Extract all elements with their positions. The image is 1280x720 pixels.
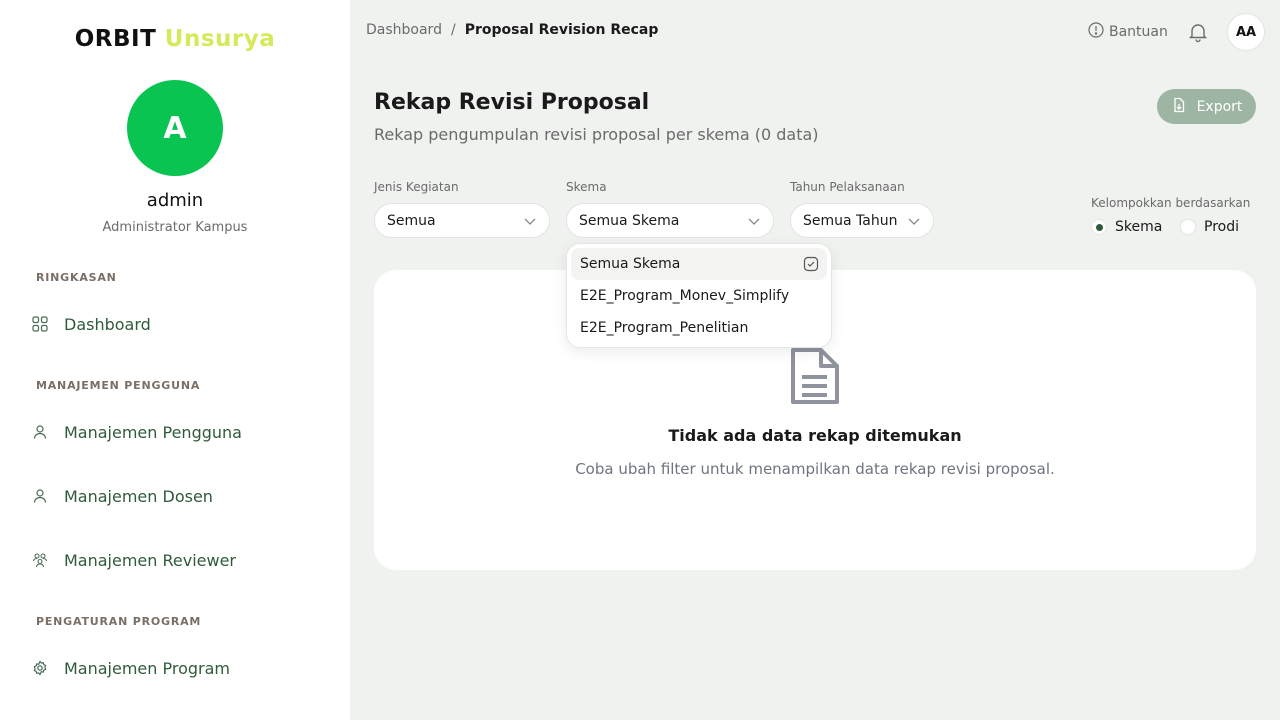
option-label: E2E_Program_Penelitian bbox=[580, 320, 749, 336]
export-icon bbox=[1171, 97, 1187, 117]
select-value: Semua Tahun bbox=[803, 212, 898, 229]
export-button[interactable]: Export bbox=[1157, 89, 1256, 124]
page-subtitle: Rekap pengumpulan revisi proposal per sk… bbox=[374, 125, 819, 144]
dropdown-option-semua-skema[interactable]: Semua Skema bbox=[571, 248, 827, 280]
user-avatar: A bbox=[127, 80, 223, 176]
page-title: Rekap Revisi Proposal bbox=[374, 90, 650, 115]
sidebar-item-label: Manajemen Reviewer bbox=[64, 550, 237, 570]
sidebar-item-label: Manajemen Pengguna bbox=[64, 422, 242, 442]
chevron-down-icon bbox=[907, 214, 921, 228]
chevron-down-icon bbox=[523, 214, 537, 228]
select-value: Semua Skema bbox=[579, 212, 680, 229]
group-by-label: Kelompokkan berdasarkan bbox=[1091, 196, 1251, 210]
chevron-down-icon bbox=[747, 214, 761, 228]
sidebar: ORBIT Unsurya A admin Administrator Kamp… bbox=[0, 0, 350, 720]
empty-state-subtitle: Coba ubah filter untuk menampilkan data … bbox=[575, 460, 1055, 478]
section-label-ringkasan: RINGKASAN bbox=[36, 271, 117, 284]
bell-icon[interactable] bbox=[1187, 21, 1209, 43]
filter-label-tahun: Tahun Pelaksanaan bbox=[790, 180, 905, 194]
sidebar-item-manajemen-reviewer[interactable]: Manajemen Reviewer bbox=[30, 546, 236, 574]
radio-label: Prodi bbox=[1204, 219, 1239, 235]
sidebar-item-manajemen-program[interactable]: Manajemen Program bbox=[30, 654, 230, 682]
empty-state-title: Tidak ada data rekap ditemukan bbox=[668, 426, 962, 445]
sidebar-item-label: Dashboard bbox=[64, 314, 151, 334]
user-name: admin bbox=[146, 190, 204, 211]
sidebar-item-manajemen-dosen[interactable]: Manajemen Dosen bbox=[30, 482, 213, 510]
breadcrumb-separator: / bbox=[450, 22, 456, 38]
check-icon bbox=[803, 256, 819, 272]
group-radio-skema[interactable]: Skema bbox=[1091, 219, 1162, 235]
skema-select[interactable]: Semua Skema bbox=[566, 203, 774, 238]
brand-logo[interactable]: ORBIT Unsurya bbox=[0, 26, 350, 52]
tahun-select[interactable]: Semua Tahun bbox=[790, 203, 934, 238]
breadcrumb-current: Proposal Revision Recap bbox=[464, 22, 659, 38]
group-radio-prodi[interactable]: Prodi bbox=[1180, 219, 1239, 235]
users-group-icon bbox=[30, 550, 50, 570]
help-button[interactable]: Bantuan bbox=[1088, 22, 1168, 42]
sidebar-item-dashboard[interactable]: Dashboard bbox=[30, 310, 151, 338]
user-icon bbox=[30, 486, 50, 506]
info-circle-icon bbox=[1088, 22, 1104, 42]
filter-label-jenis: Jenis Kegiatan bbox=[374, 180, 459, 194]
brand-name: ORBIT bbox=[74, 26, 157, 52]
radio-indicator bbox=[1180, 219, 1196, 235]
grid-icon bbox=[30, 314, 50, 334]
sidebar-item-manajemen-pengguna[interactable]: Manajemen Pengguna bbox=[30, 418, 242, 446]
brand-suffix: Unsurya bbox=[164, 26, 276, 52]
sidebar-item-label: Manajemen Dosen bbox=[64, 486, 213, 506]
user-role: Administrator Kampus bbox=[102, 220, 248, 235]
section-label-pengaturan-program: PENGATURAN PROGRAM bbox=[36, 615, 202, 628]
option-label: Semua Skema bbox=[580, 256, 681, 272]
section-label-manajemen-pengguna: MANAJEMEN PENGGUNA bbox=[36, 379, 201, 392]
breadcrumb-link-dashboard[interactable]: Dashboard bbox=[366, 22, 442, 38]
radio-indicator bbox=[1091, 219, 1107, 235]
gear-icon bbox=[30, 658, 50, 678]
export-label: Export bbox=[1196, 98, 1243, 115]
profile-avatar[interactable]: AA bbox=[1227, 13, 1265, 51]
select-value: Semua bbox=[387, 212, 436, 229]
dropdown-option-penelitian[interactable]: E2E_Program_Penelitian bbox=[571, 312, 827, 344]
user-icon bbox=[30, 422, 50, 442]
help-label: Bantuan bbox=[1109, 24, 1168, 40]
radio-label: Skema bbox=[1115, 219, 1163, 235]
skema-dropdown-menu: Semua Skema E2E_Program_Monev_Simplify E… bbox=[566, 243, 832, 348]
document-icon bbox=[789, 346, 841, 406]
sidebar-item-label: Manajemen Program bbox=[64, 658, 231, 678]
option-label: E2E_Program_Monev_Simplify bbox=[580, 288, 790, 304]
filter-label-skema: Skema bbox=[566, 180, 607, 194]
breadcrumb: Dashboard / Proposal Revision Recap bbox=[366, 22, 658, 38]
dropdown-option-monev-simplify[interactable]: E2E_Program_Monev_Simplify bbox=[571, 280, 827, 312]
jenis-kegiatan-select[interactable]: Semua bbox=[374, 203, 550, 238]
